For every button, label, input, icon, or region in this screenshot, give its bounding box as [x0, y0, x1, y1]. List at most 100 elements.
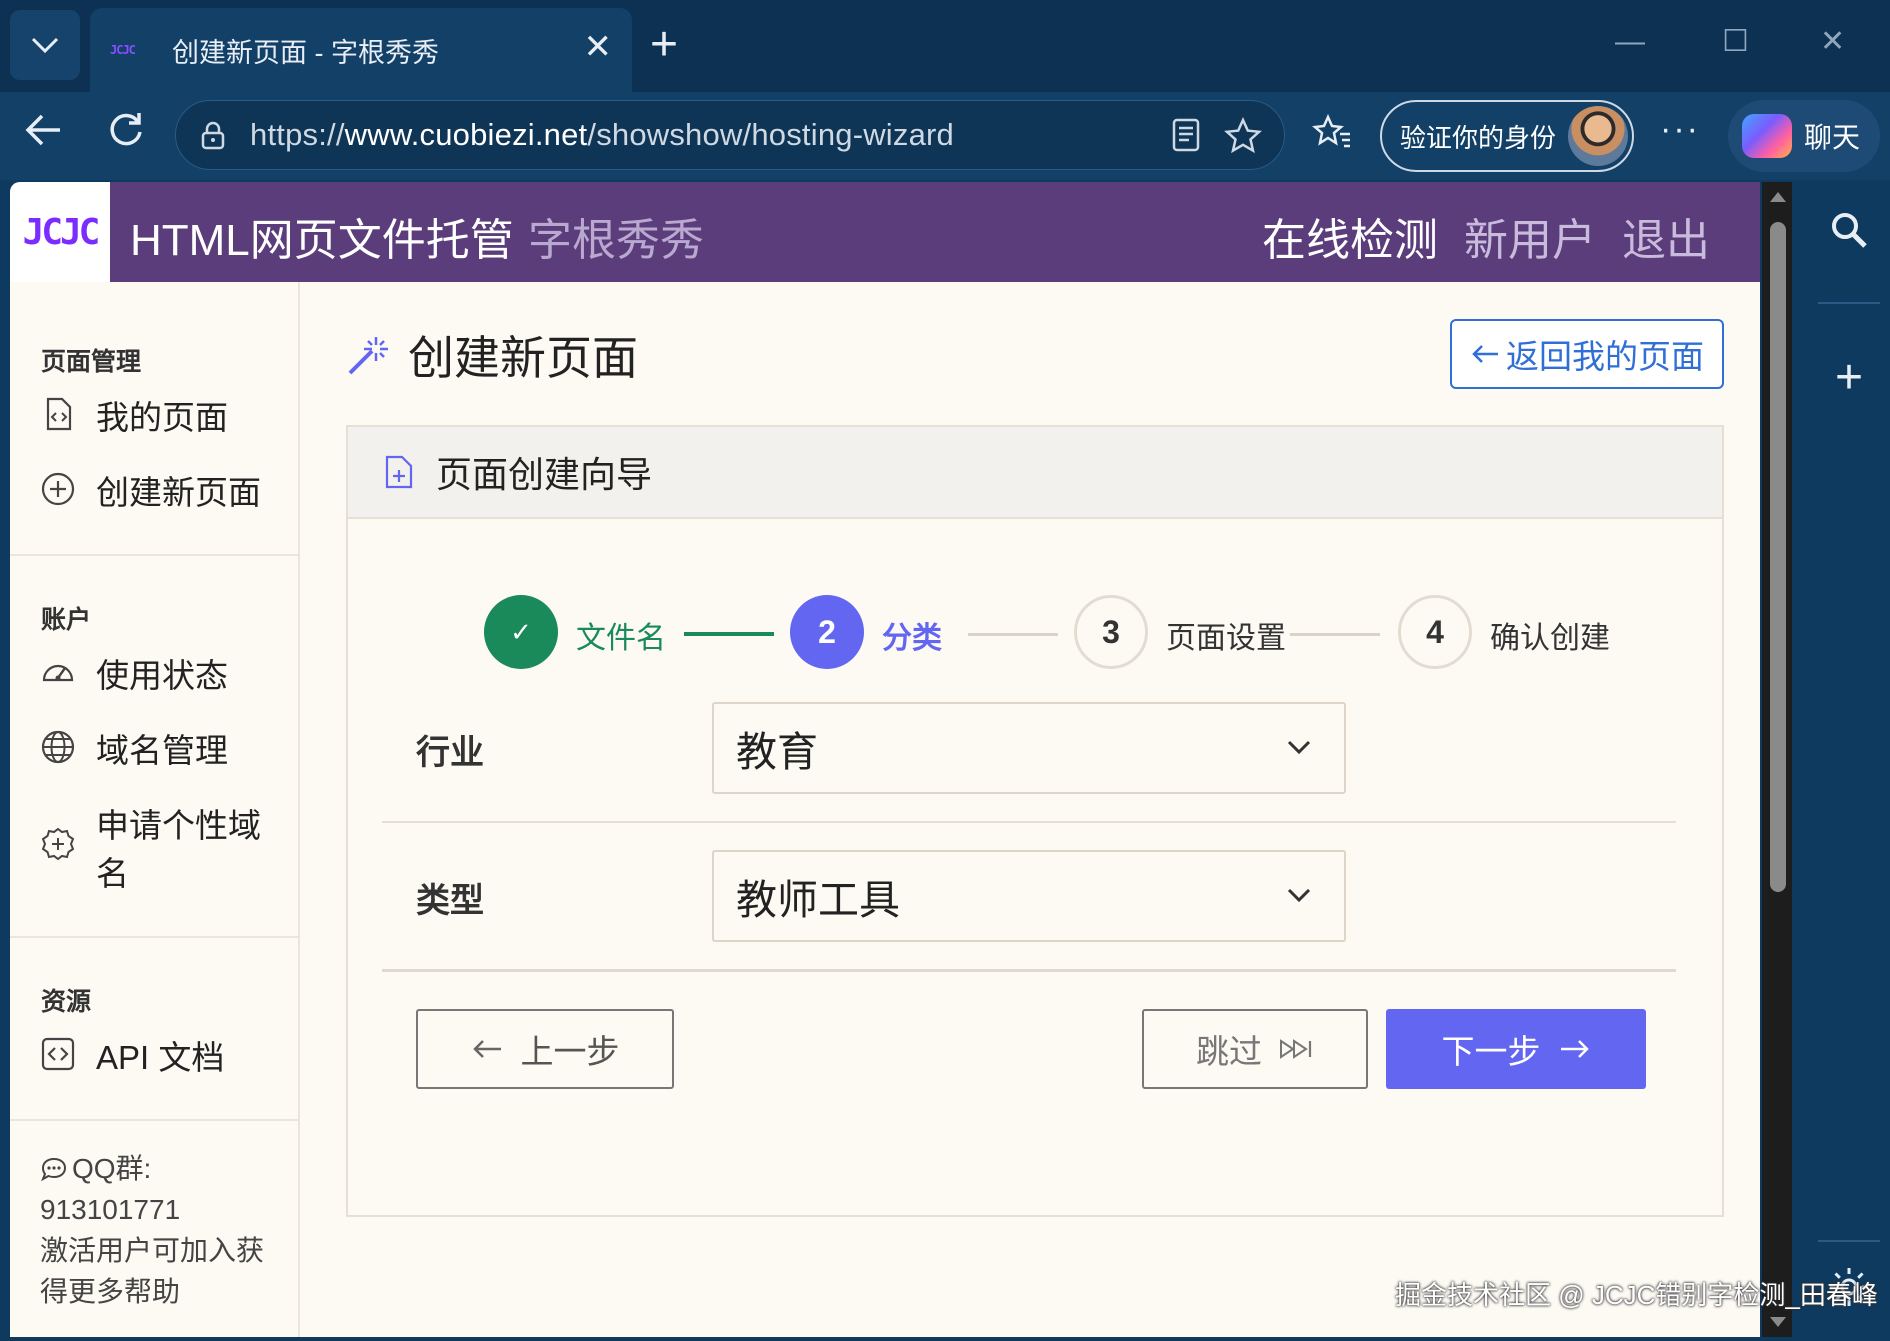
browser-tab-bar: JCJC 创建新页面 - 字根秀秀 ✕ + — ☐ ✕ [0, 0, 1890, 92]
back-to-my-pages-button[interactable]: 返回我的页面 [1450, 319, 1724, 389]
plus-circle-icon [41, 472, 75, 506]
scroll-up-arrow-icon[interactable] [1770, 192, 1786, 202]
step-4-number: 4 [1398, 595, 1472, 669]
sidebar-item-label: 使用状态 [96, 657, 228, 694]
address-bar-input[interactable]: https://www.cuobiezi.net/showshow/hostin… [175, 100, 1285, 170]
qq-group-label: QQ群: [72, 1153, 152, 1184]
next-step-button[interactable]: 下一步 [1386, 1009, 1646, 1089]
sidebar-item-usage-status[interactable]: 使用状态 [40, 652, 228, 700]
back-arrow-icon[interactable] [24, 110, 64, 160]
copilot-label: 聊天 [1804, 122, 1861, 153]
close-window-icon[interactable]: ✕ [1820, 20, 1845, 64]
profile-verify-button[interactable]: 验证你的身份 [1380, 100, 1634, 172]
lock-icon[interactable] [198, 120, 228, 150]
step-3-label: 页面设置 [1166, 622, 1286, 655]
verify-label: 验证你的身份 [1400, 122, 1557, 153]
magic-wand-icon [348, 337, 388, 375]
site-title[interactable]: HTML网页文件托管 [130, 204, 514, 268]
site-header: JCJC HTML网页文件托管 字根秀秀 在线检测 新用户 退出 [10, 182, 1760, 282]
form-divider [382, 821, 1676, 823]
sidebar-item-my-pages[interactable]: 我的页面 [40, 394, 228, 442]
sidebar-divider [10, 554, 300, 556]
skip-step-label: 跳过 [1196, 1033, 1262, 1070]
url-text: https://www.cuobiezi.net/showshow/hostin… [250, 117, 954, 153]
sidebar-separator [1818, 302, 1880, 304]
file-plus-icon [385, 455, 413, 489]
skip-forward-icon [1280, 1039, 1312, 1059]
star-icon[interactable] [1224, 116, 1262, 163]
chevron-down-icon [31, 37, 59, 54]
step-connector-pending [968, 633, 1058, 636]
next-step-label: 下一步 [1441, 1033, 1541, 1070]
speedometer-icon [42, 664, 74, 682]
scroll-down-arrow-icon[interactable] [1770, 1317, 1786, 1327]
site-subtitle: 字根秀秀 [528, 216, 704, 265]
globe-icon [41, 730, 75, 764]
type-select-value: 教师工具 [736, 877, 900, 923]
site-logo[interactable]: JCJC [10, 182, 110, 282]
step-1-check-icon: ✓ [484, 595, 558, 669]
sidebar-item-api-docs[interactable]: API 文档 [40, 1034, 224, 1082]
sidebar-footer: QQ群: 913101771 激活用户可加入获得更多帮助 [40, 1148, 280, 1312]
page-scrollbar[interactable] [1762, 182, 1792, 1337]
nav-new-user[interactable]: 新用户 [1464, 204, 1596, 268]
type-label: 类型 [416, 882, 484, 920]
sidebar-item-domain-management[interactable]: 域名管理 [40, 727, 228, 775]
sidebar-item-label: 创建新页面 [96, 474, 261, 511]
qq-group-note: 激活用户可加入获得更多帮助 [40, 1235, 265, 1307]
step-4-label: 确认创建 [1490, 622, 1610, 655]
back-button-label: 返回我的页面 [1506, 338, 1704, 375]
step-2-number: 2 [790, 595, 864, 669]
avatar [1568, 106, 1628, 166]
tab-actions-button[interactable] [10, 10, 80, 80]
section-title-resources: 资源 [41, 988, 92, 1016]
qq-group-number: 913101771 [40, 1194, 181, 1225]
wizard-card-title: 页面创建向导 [436, 454, 653, 495]
more-options-icon[interactable]: ··· [1660, 110, 1700, 149]
sidebar-item-custom-domain[interactable]: 申请个性域名 [40, 802, 280, 898]
nav-online-check[interactable]: 在线检测 [1262, 204, 1438, 268]
tab-favicon: JCJC [110, 43, 136, 57]
previous-step-button[interactable]: 上一步 [416, 1009, 674, 1089]
chevron-down-icon [1287, 740, 1311, 755]
close-tab-icon[interactable]: ✕ [584, 30, 613, 64]
reader-view-icon[interactable] [1171, 117, 1201, 161]
page-viewport: JCJC HTML网页文件托管 字根秀秀 在线检测 新用户 退出 页面管理 我的… [10, 182, 1760, 1337]
page-heading-text: 创建新页面 [408, 332, 638, 384]
edge-sidebar: + [1808, 180, 1890, 1341]
section-title-page-management: 页面管理 [41, 348, 142, 376]
add-sidebar-app-icon[interactable]: + [1808, 350, 1890, 405]
step-3-number: 3 [1074, 595, 1148, 669]
badge-plus-icon [41, 827, 75, 861]
arrow-left-icon [1472, 345, 1498, 363]
file-code-icon [46, 397, 72, 431]
step-1-label: 文件名 [576, 622, 666, 655]
favorites-icon[interactable] [1312, 113, 1352, 159]
wizard-card: 页面创建向导 ✓ 文件名 2 分类 3 页面设置 4 确认创建 行业 教育 类型… [346, 425, 1724, 1217]
url-host: www.cuobiezi.net [344, 117, 588, 152]
skip-step-button[interactable]: 跳过 [1142, 1009, 1368, 1089]
sidebar-divider [10, 936, 300, 938]
industry-label: 行业 [416, 734, 484, 772]
sidebar-item-label: 域名管理 [96, 732, 228, 769]
step-2-label: 分类 [882, 622, 942, 655]
sidebar-item-label: 申请个性域名 [96, 807, 261, 892]
chat-dots-icon [41, 1157, 67, 1181]
step-connector-done [684, 632, 774, 636]
type-select[interactable]: 教师工具 [712, 850, 1346, 942]
refresh-icon[interactable] [106, 110, 146, 160]
nav-logout[interactable]: 退出 [1622, 204, 1710, 268]
industry-select[interactable]: 教育 [712, 702, 1346, 794]
maximize-icon[interactable]: ☐ [1722, 20, 1749, 64]
sidebar-item-create-page[interactable]: 创建新页面 [40, 469, 261, 517]
left-sidebar: 页面管理 我的页面 创建新页面 账户 使用状态 域名管理 申请个性域名 资源 A… [10, 282, 300, 1337]
minimize-icon[interactable]: — [1615, 20, 1645, 64]
arrow-left-icon [472, 1040, 501, 1058]
copilot-button[interactable]: 聊天 [1728, 100, 1880, 172]
chevron-down-icon [1287, 888, 1311, 903]
browser-tab-active[interactable]: JCJC 创建新页面 - 字根秀秀 ✕ [90, 8, 632, 92]
search-icon[interactable] [1808, 210, 1890, 255]
industry-select-value: 教育 [736, 729, 818, 775]
scrollbar-thumb[interactable] [1770, 222, 1786, 892]
new-tab-button[interactable]: + [650, 18, 678, 72]
